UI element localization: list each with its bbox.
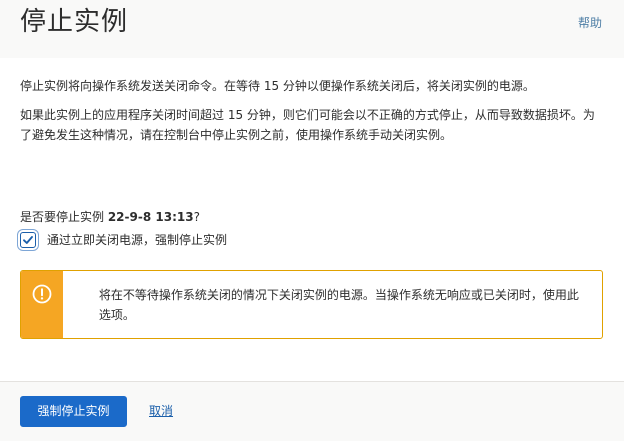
dialog-footer: 强制停止实例 取消 [0,381,624,441]
checkmark-icon [23,236,33,244]
description-paragraph: 停止实例将向操作系统发送关闭命令。在等待 15 分钟以便操作系统关闭后，将关闭实… [20,79,535,93]
dialog-body: 停止实例将向操作系统发送关闭命令。在等待 15 分钟以便操作系统关闭后，将关闭实… [20,76,605,145]
force-stop-option[interactable]: 通过立即关闭电源，强制停止实例 [20,230,227,250]
dialog-title: 停止实例 [20,7,129,37]
warning-icon [32,284,52,304]
instance-name: 22-9-8 13:13 [107,210,194,224]
cancel-link[interactable]: 取消 [149,403,173,419]
dialog-header: 停止实例 帮助 [0,0,624,58]
force-stop-label[interactable]: 通过立即关闭电源，强制停止实例 [47,231,227,249]
warning-alert: 将在不等待操作系统关闭的情况下关闭实例的电源。当操作系统无响应或已关闭时，使用此… [20,270,603,339]
question-prefix: 是否要停止实例 [20,210,108,224]
warning-text: 将在不等待操作系统关闭的情况下关闭实例的电源。当操作系统无响应或已关闭时，使用此… [98,288,579,322]
force-stop-button[interactable]: 强制停止实例 [20,396,127,427]
question-suffix: ? [193,210,200,224]
stop-instance-dialog: 停止实例 帮助 停止实例将向操作系统发送关闭命令。在等待 15 分钟以便操作系统… [0,0,624,441]
force-stop-checkbox[interactable] [20,232,36,248]
warning-paragraph: 如果此实例上的应用程序关闭时间超过 15 分钟，则它们可能会以不正确的方式停止，… [20,108,595,142]
confirm-question: 是否要停止实例 22-9-8 13:13? [20,208,200,226]
help-link[interactable]: 帮助 [578,15,602,31]
warning-strip [21,271,63,338]
